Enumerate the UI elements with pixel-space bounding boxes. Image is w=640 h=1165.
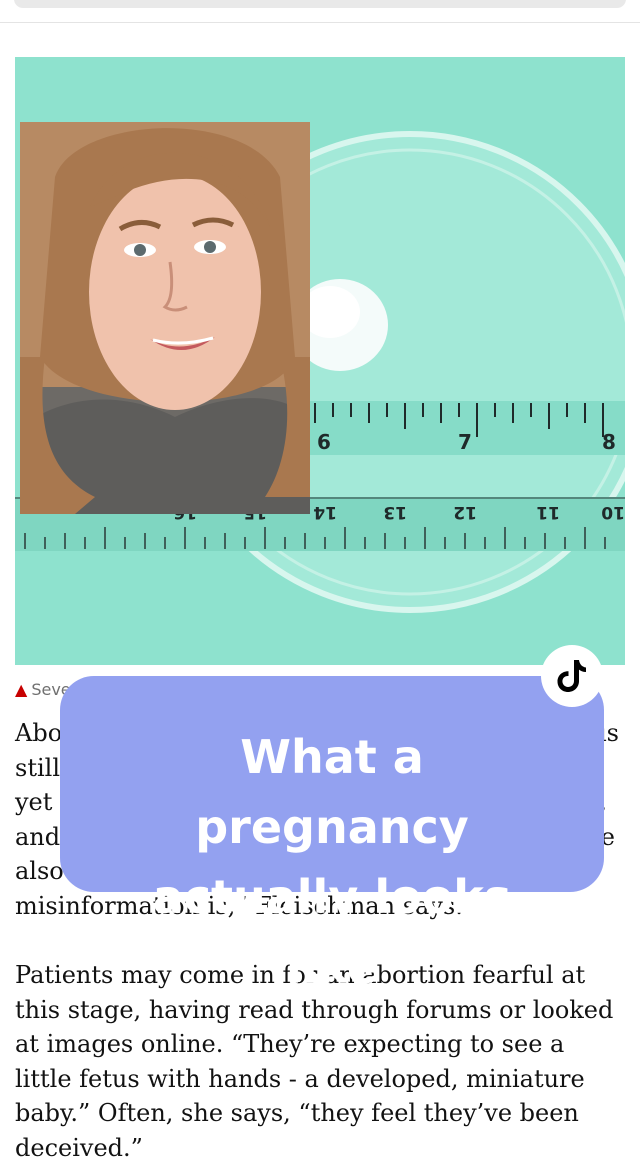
overlay-title: What a pregnancy actually looks like [152,730,512,994]
video-title-overlay: What a pregnancy actually looks like [60,676,604,994]
tape-flip-14: 14 [313,502,337,522]
article-photo: 6 7 8 16 15 14 13 12 [15,57,625,665]
tape-number-8: 8 [602,430,616,454]
petri-dish-illustration: 6 7 8 16 15 14 13 12 [15,57,625,665]
tape-flip-13: 13 [383,502,407,522]
triangle-icon: ▲ [15,680,28,699]
tape-flip-12: 12 [453,502,477,522]
p1-line-1: Abo [15,719,63,747]
p1-line-2: still [15,753,60,782]
tape-number-6: 6 [317,430,331,454]
tape-flip-11: 11 [536,502,560,522]
tape-number-7: 7 [458,430,472,454]
p1-line-3: yet [15,788,53,816]
tape-flip-10: 10 [601,502,625,522]
browser-address-bar [0,0,640,23]
tiktok-note-icon [557,660,586,692]
tiktok-logo-icon[interactable] [541,645,603,707]
url-field[interactable] [14,0,626,8]
p1-line-4: and [15,822,61,851]
presenter-cutout [20,122,310,514]
